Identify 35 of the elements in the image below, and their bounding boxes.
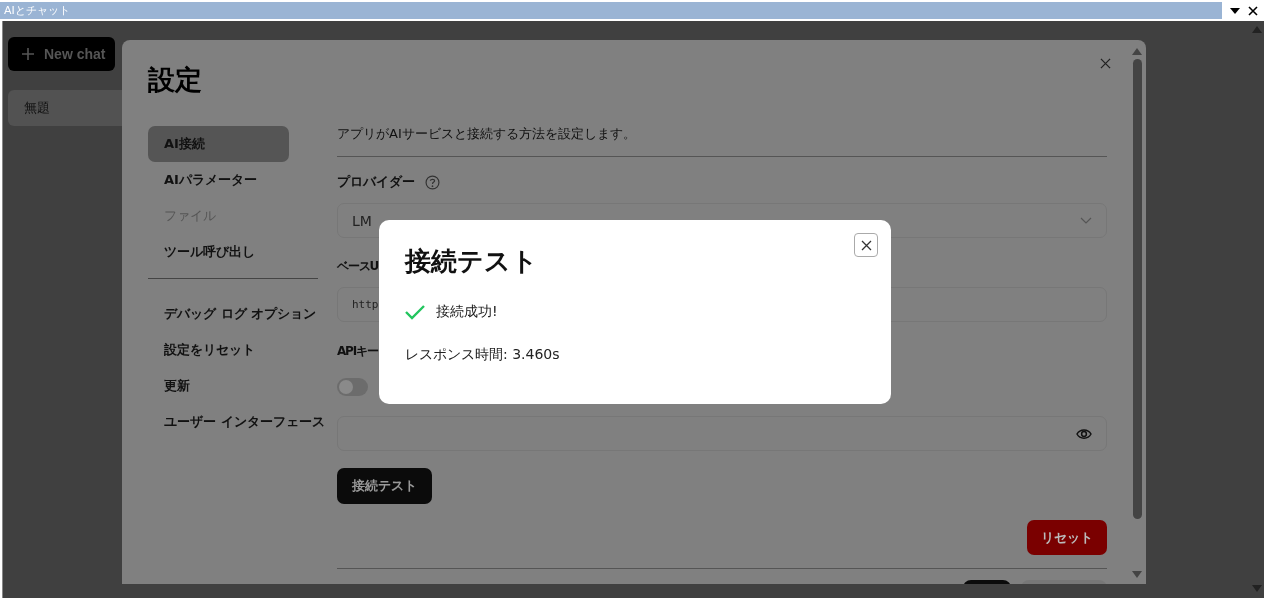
nav-item[interactable]: AI接続 bbox=[148, 126, 289, 162]
toggle-switch[interactable] bbox=[337, 378, 368, 396]
field-label: プロバイダー bbox=[337, 173, 415, 191]
nav-item[interactable]: 更新 bbox=[148, 368, 289, 404]
chevron-down-icon bbox=[1080, 217, 1092, 224]
test-connection-button[interactable]: 接続テスト bbox=[337, 468, 432, 504]
field-label: ベースU bbox=[337, 258, 378, 275]
scroll-down-icon[interactable] bbox=[1132, 571, 1142, 578]
dropdown-icon[interactable] bbox=[1230, 7, 1240, 14]
nav-item[interactable]: 設定をリセット bbox=[148, 332, 289, 368]
scroll-up-icon[interactable] bbox=[1132, 48, 1142, 55]
status-text: 接続成功! bbox=[436, 303, 498, 321]
new-chat-button[interactable]: New chat bbox=[8, 37, 115, 71]
settings-title: 設定 bbox=[148, 63, 202, 97]
field-label: APIキー bbox=[337, 343, 378, 360]
nav-item[interactable]: デバッグ ログ オプション bbox=[148, 296, 325, 332]
response-time-text: レスポンス時間: 3.460s bbox=[405, 346, 561, 364]
nav-item[interactable]: ツール呼び出し bbox=[148, 234, 289, 270]
close-icon bbox=[860, 239, 872, 251]
window-title: AIとチャット bbox=[0, 2, 1222, 19]
scroll-down-icon[interactable] bbox=[1252, 585, 1262, 592]
eye-icon[interactable] bbox=[1076, 426, 1092, 441]
nav-item[interactable]: ユーザー インターフェース bbox=[148, 404, 333, 440]
api-key-field[interactable] bbox=[337, 416, 1107, 451]
close-button[interactable] bbox=[854, 233, 878, 257]
nav-item[interactable]: AIパラメーター bbox=[148, 162, 289, 198]
close-icon[interactable] bbox=[1248, 5, 1258, 16]
chat-item[interactable]: 無題 bbox=[8, 90, 122, 126]
plus-icon bbox=[22, 48, 34, 60]
reset-button[interactable]: リセット bbox=[1027, 520, 1107, 555]
description-text: アプリがAIサービスと接続する方法を設定します。 bbox=[337, 125, 637, 143]
scrollbar-thumb[interactable] bbox=[1132, 59, 1142, 519]
help-icon[interactable] bbox=[425, 174, 440, 190]
dialog-title: 接続テスト bbox=[405, 245, 539, 278]
scroll-up-icon[interactable] bbox=[1252, 26, 1262, 33]
